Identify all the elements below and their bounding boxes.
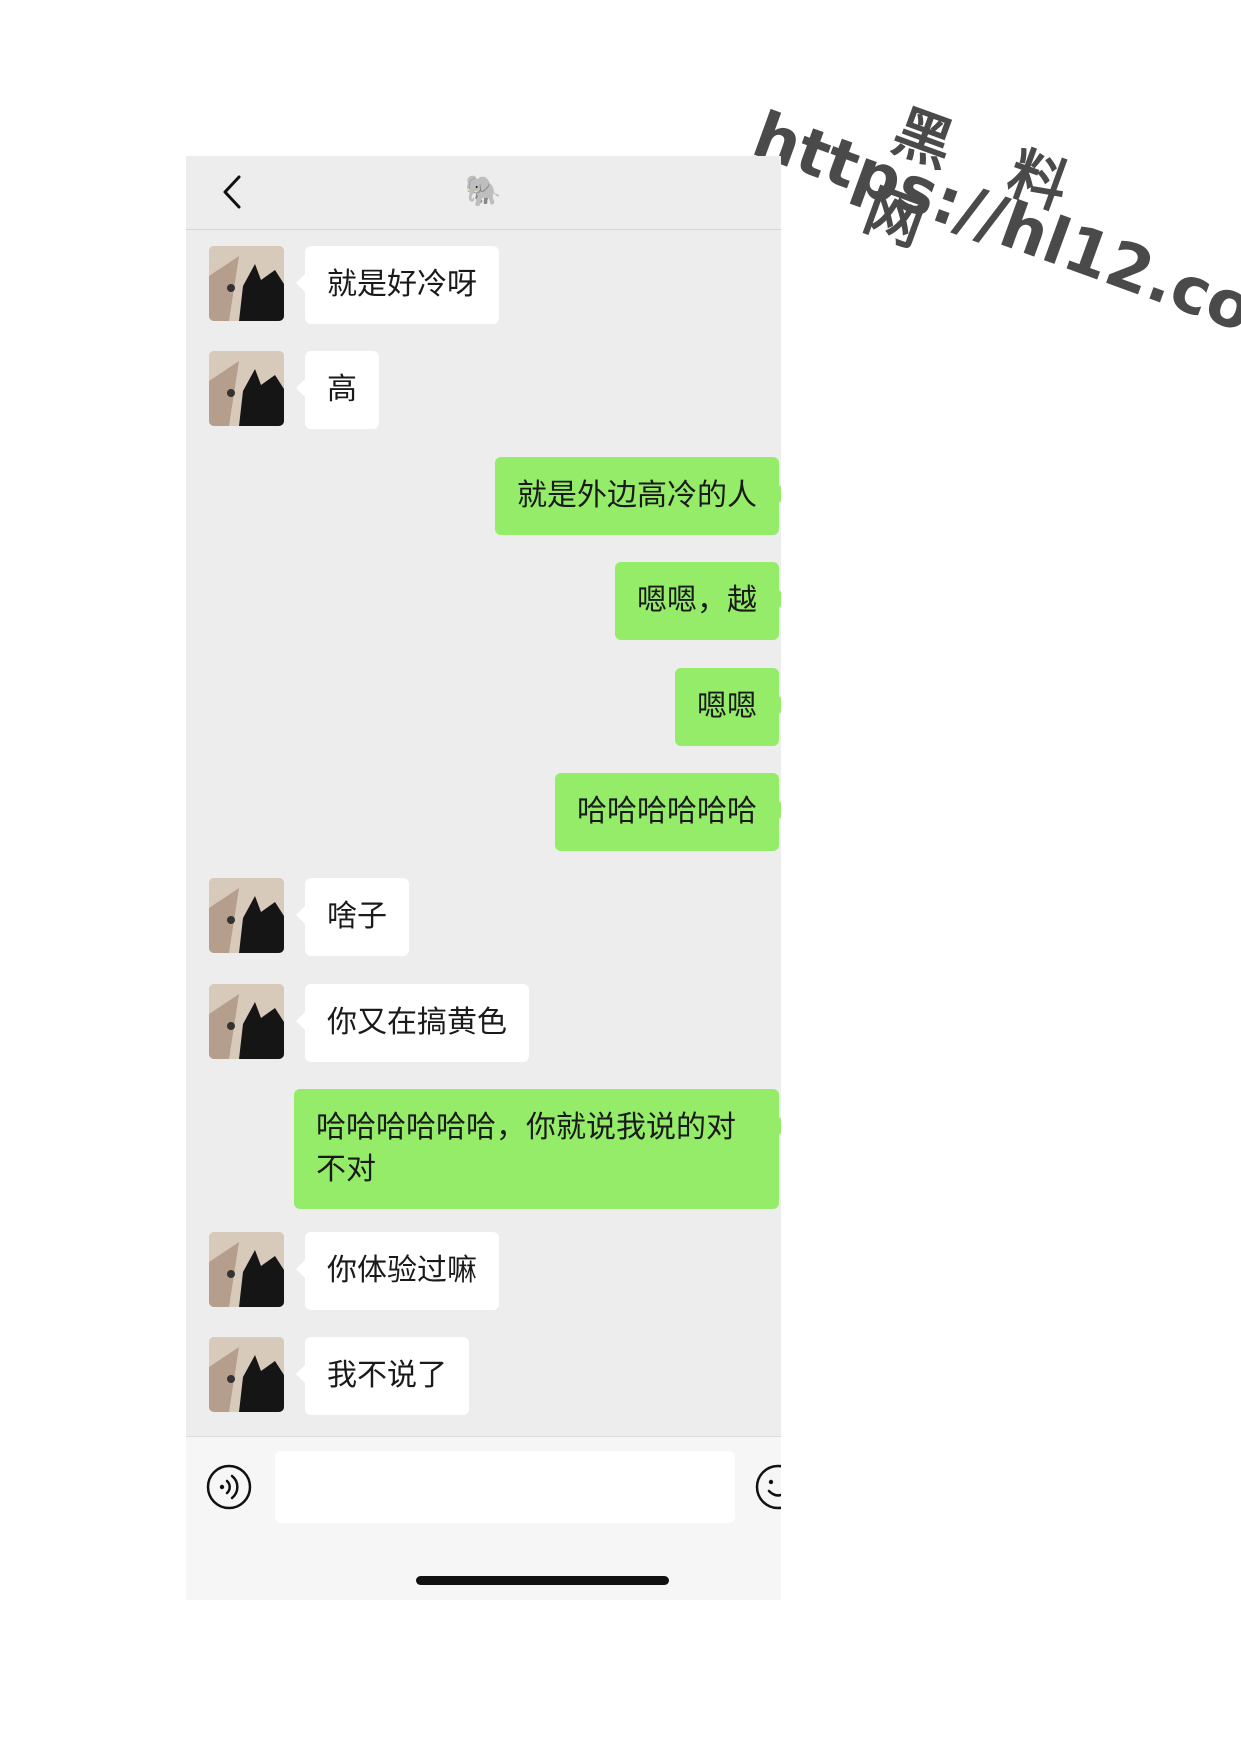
outgoing-bubble[interactable]: 嗯嗯，越 (615, 562, 781, 640)
outgoing-bubble[interactable]: 就是外边高冷的人 (495, 457, 781, 535)
message-input[interactable] (275, 1451, 735, 1523)
nav-bar: 🐘 (186, 156, 781, 230)
voice-button[interactable] (206, 1464, 252, 1510)
emoji-icon (755, 1464, 781, 1510)
chat-screen: 🐘 就是好冷呀 高 就是外边高冷的人 嗯嗯，越 嗯嗯 哈哈哈哈哈哈 啥子 你又在… (186, 156, 781, 1600)
incoming-bubble[interactable]: 啥子 (296, 878, 409, 956)
incoming-bubble[interactable]: 你又在搞黄色 (296, 984, 529, 1062)
emoji-button[interactable] (755, 1464, 781, 1510)
composer-bar (186, 1436, 781, 1600)
watermark-site: 黑 料 网 (855, 96, 1098, 267)
home-indicator[interactable] (416, 1576, 669, 1585)
avatar[interactable] (209, 1337, 284, 1412)
voice-icon (206, 1464, 252, 1510)
chat-title: 🐘 (464, 174, 503, 209)
watermark-url: https://hl12.co (743, 98, 1241, 348)
avatar[interactable] (209, 984, 284, 1059)
avatar[interactable] (209, 351, 284, 426)
incoming-bubble[interactable]: 就是好冷呀 (296, 246, 499, 324)
avatar[interactable] (209, 878, 284, 953)
incoming-bubble[interactable]: 你体验过嘛 (296, 1232, 499, 1310)
incoming-bubble[interactable]: 高 (296, 351, 379, 429)
watermark: 黑 料 网 https://hl12.co (711, 40, 1241, 407)
outgoing-bubble[interactable]: 哈哈哈哈哈哈 (555, 773, 781, 851)
incoming-bubble[interactable]: 我不说了 (296, 1337, 469, 1415)
outgoing-bubble[interactable]: 嗯嗯 (675, 668, 781, 746)
avatar[interactable] (209, 1232, 284, 1307)
avatar[interactable] (209, 246, 284, 321)
outgoing-bubble[interactable]: 哈哈哈哈哈哈，你就说我说的对不对 (294, 1089, 781, 1209)
